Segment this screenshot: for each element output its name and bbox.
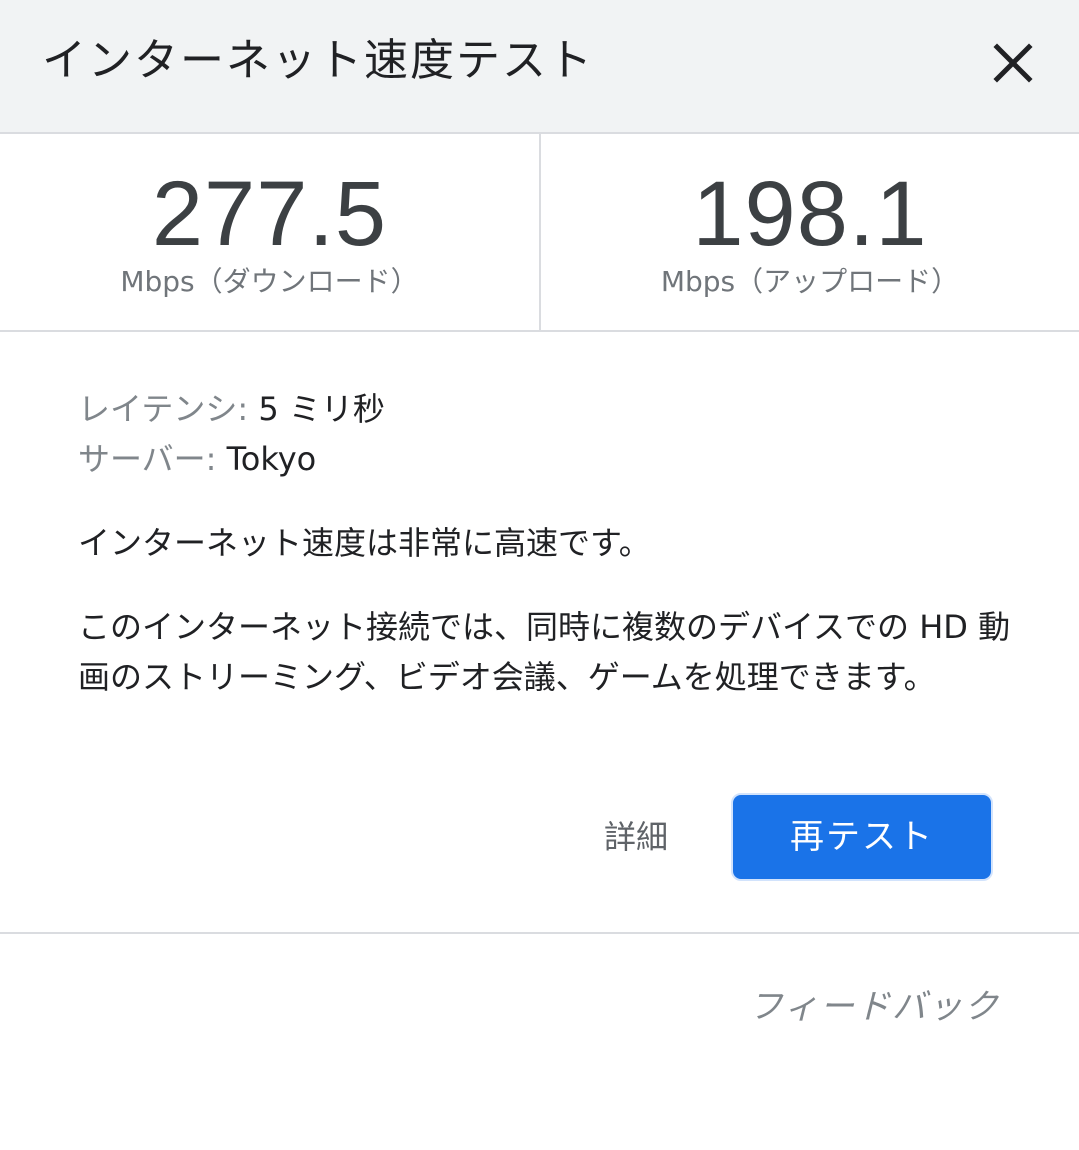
speed-summary: インターネット速度は非常に高速です。 (78, 524, 651, 562)
close-icon (993, 43, 1033, 83)
latency-value: 5 ミリ秒 (258, 390, 385, 428)
server-label: サーバー: (78, 440, 217, 478)
retest-button[interactable]: 再テスト (731, 793, 993, 881)
upload-speed-unit: Mbps（アップロード） (660, 265, 960, 298)
details-button[interactable]: 詳細 (584, 806, 688, 868)
upload-speed-value: 198.1 (692, 163, 928, 265)
header: インターネット速度テスト (0, 0, 1079, 134)
download-speed-value: 277.5 (151, 163, 388, 265)
latency-label: レイテンシ: (78, 390, 249, 428)
speed-results: 277.5 Mbps（ダウンロード） 198.1 Mbps（アップロード） (0, 134, 1079, 332)
speed-test-panel: インターネット速度テスト 277.5 Mbps（ダウンロード） 198.1 Mb… (0, 0, 1079, 1150)
upload-stat: 198.1 Mbps（アップロード） (541, 134, 1079, 330)
latency-row: レイテンシ: 5 ミリ秒 (78, 384, 1008, 434)
footer-divider (0, 932, 1079, 934)
page-title: インターネット速度テスト (42, 35, 594, 86)
download-stat: 277.5 Mbps（ダウンロード） (0, 134, 539, 330)
feedback-link[interactable]: フィードバック (740, 982, 1000, 1032)
speed-description: このインターネット接続では、同時に複数のデバイスでの HD 動画のストリーミング… (78, 608, 1011, 696)
download-speed-unit: Mbps（ダウンロード） (120, 265, 419, 298)
server-value: Tokyo (226, 440, 317, 478)
connection-details: レイテンシ: 5 ミリ秒 サーバー: Tokyo (78, 384, 1008, 484)
server-row: サーバー: Tokyo (78, 434, 1008, 484)
close-button[interactable] (984, 34, 1042, 92)
